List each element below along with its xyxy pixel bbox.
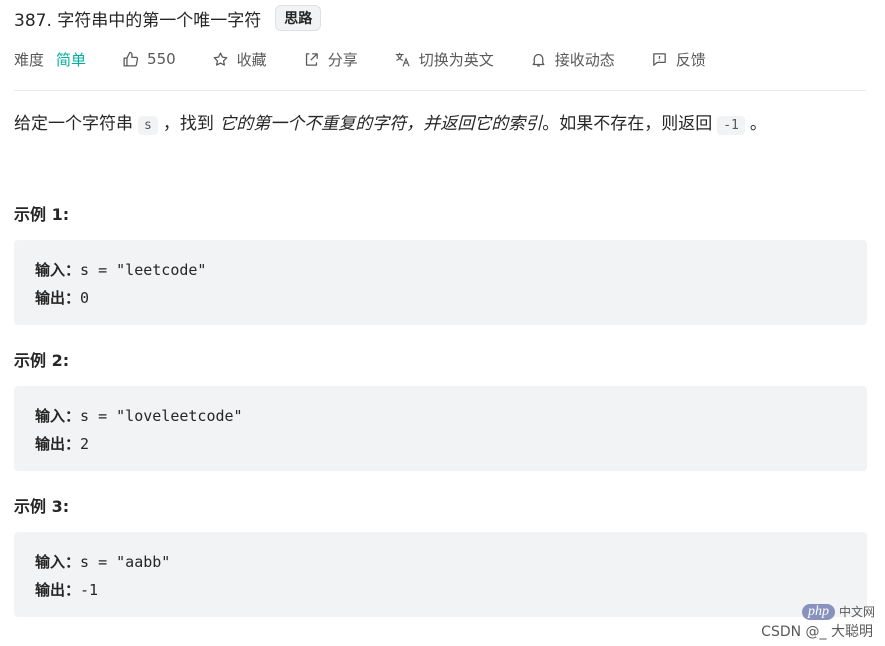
example-3-output: 输出：-1 [35,579,98,600]
feedback-icon [652,52,666,66]
star-icon [213,51,228,66]
meta-toolbar: 难度 简单 550 收藏 分享 切换为英文 接收动态 反馈 [14,47,706,71]
output-value: 2 [80,435,90,453]
output-label: 输出： [35,289,81,307]
example-1-title: 示例 1: [14,205,70,224]
php-logo: php [801,603,835,620]
feedback-label: 反馈 [675,50,706,69]
feedback-button[interactable]: 反馈 [651,49,706,70]
code-neg-one: -1 [717,116,745,135]
share-icon [305,52,318,66]
example-2-output: 输出：2 [35,433,89,454]
input-value: s = "aabb" [80,553,171,571]
desc-text-3: 。如果不存在，则返回 [542,114,713,134]
code-s: s [138,116,158,135]
example-3-input: 输入：s = "aabb" [35,551,170,572]
input-label: 输入： [35,407,81,425]
thumbs-up-icon [123,51,139,67]
example-1-box: 输入：s = "leetcode" 输出：0 [14,240,867,325]
example-2-input: 输入：s = "loveleetcode" [35,405,243,426]
difficulty-label: 难度 [14,50,45,69]
like-count: 550 [147,50,176,68]
input-value: s = "loveleetcode" [80,407,243,425]
example-3-title: 示例 3: [14,497,70,516]
difficulty-value: 简单 [56,50,87,69]
switch-language-button[interactable]: 切换为英文 [394,49,494,70]
subscribe-label: 接收动态 [554,50,615,69]
output-label: 输出： [35,435,81,453]
input-value: s = "leetcode" [80,261,207,279]
favorite-button[interactable]: 收藏 [212,49,267,70]
example-1-output: 输出：0 [35,287,89,308]
bell-icon [532,53,545,67]
example-3-box: 输入：s = "aabb" 输出：-1 [14,532,867,617]
share-label: 分享 [327,50,358,69]
php-cn-text: 中文网 [838,605,875,619]
desc-text-2: ，找到 [162,114,214,134]
like-button[interactable]: 550 [122,50,176,68]
title-row: 387. 字符串中的第一个唯一字符 思路 [14,5,322,31]
output-value: 0 [80,289,90,307]
share-button[interactable]: 分享 [303,49,358,70]
input-label: 输入： [35,261,81,279]
translate-icon [395,52,410,66]
desc-text-4: 。 [749,114,767,134]
header-divider [14,90,866,91]
output-label: 输出： [35,581,81,599]
subscribe-button[interactable]: 接收动态 [530,49,615,70]
problem-title: 387. 字符串中的第一个唯一字符 [14,10,262,31]
desc-emphasis: 它的第一个不重复的字符，并返回它的索引 [219,114,543,134]
desc-text-1: 给定一个字符串 [14,114,133,134]
example-2-box: 输入：s = "loveleetcode" 输出：2 [14,386,867,471]
switch-language-label: 切换为英文 [418,50,494,69]
hint-tag[interactable]: 思路 [275,5,322,31]
output-value: -1 [80,581,99,599]
csdn-watermark: CSDN @_ 大聪明 [761,624,873,640]
problem-description: 给定一个字符串 s ，找到 它的第一个不重复的字符，并返回它的索引。如果不存在，则返… [14,112,767,138]
php-watermark: php 中文网 [801,603,875,620]
example-2-title: 示例 2: [14,351,70,370]
input-label: 输入： [35,553,81,571]
favorite-label: 收藏 [236,50,267,69]
example-1-input: 输入：s = "leetcode" [35,259,206,280]
